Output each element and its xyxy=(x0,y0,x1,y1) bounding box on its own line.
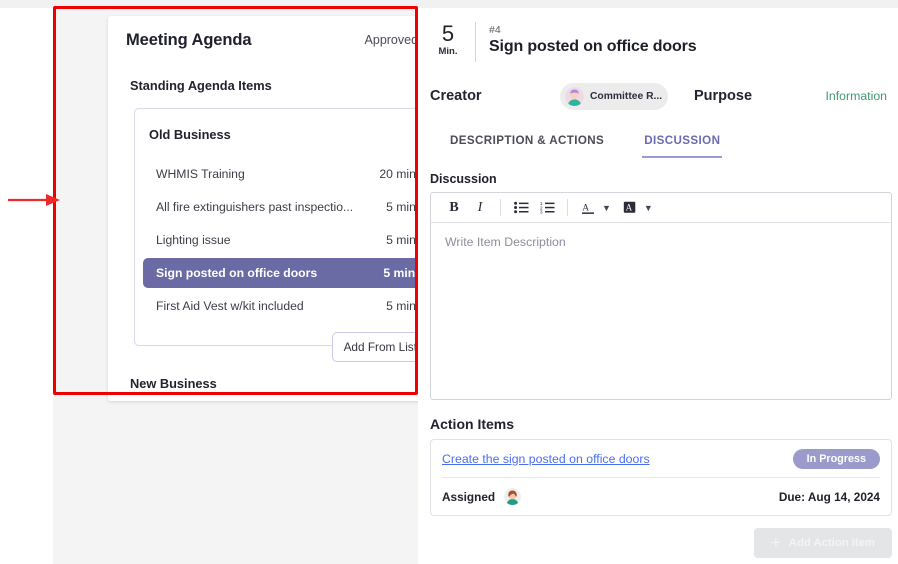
agenda-item-duration: 5 mins xyxy=(386,233,422,247)
old-business-header[interactable]: Old Business ▾ xyxy=(135,109,443,159)
agenda-header: Meeting Agenda Approved? xyxy=(108,16,469,64)
item-header: 5 Min. #4 Sign posted on office doors xyxy=(430,22,893,66)
italic-icon[interactable]: I xyxy=(467,196,493,220)
agenda-list-item[interactable]: All fire extinguishers past inspectio...… xyxy=(143,192,435,222)
item-detail-pane: 5 Min. #4 Sign posted on office doors Cr… xyxy=(418,8,898,564)
action-item-top: Create the sign posted on office doors I… xyxy=(431,440,891,477)
purpose-value[interactable]: Information xyxy=(825,89,887,103)
agenda-list-item[interactable]: Lighting issue 5 mins xyxy=(143,225,435,255)
creator-chip[interactable]: Committee R... xyxy=(560,82,668,110)
action-item-row: Create the sign posted on office doors I… xyxy=(430,439,892,516)
approved-label: Approved? xyxy=(364,33,425,47)
app-root: Meeting Agenda Approved? Standing Agenda… xyxy=(0,0,898,564)
agenda-item-name: WHMIS Training xyxy=(156,167,245,181)
svg-text:A: A xyxy=(582,203,589,213)
window-top-strip xyxy=(0,0,898,8)
agenda-column: Meeting Agenda Approved? Standing Agenda… xyxy=(53,8,469,564)
agenda-item-name: First Aid Vest w/kit included xyxy=(156,299,304,313)
text-color-icon[interactable]: A xyxy=(575,196,601,220)
add-action-item-row: + Add Action Item xyxy=(430,528,892,558)
action-item-bottom: Assigned Due: Aug 14, 2024 xyxy=(431,478,891,515)
add-from-list-row: Add From List xyxy=(135,324,443,362)
chevron-down-icon[interactable]: ▼ xyxy=(602,203,611,213)
agenda-item-name: Sign posted on office doors xyxy=(156,266,318,280)
old-business-group: Old Business ▾ WHMIS Training 20 mins All … xyxy=(134,108,444,362)
editor-toolbar: B I 1 2 3 A ▼ A ▼ xyxy=(431,193,891,223)
action-item-link[interactable]: Create the sign posted on office doors xyxy=(442,452,650,466)
duration-unit: Min. xyxy=(438,46,458,57)
item-meta-row: Creator Committee R... Purpose Informati… xyxy=(430,76,893,116)
agenda-item-list: WHMIS Training 20 mins All fire extinguish… xyxy=(135,159,443,321)
page-title: Meeting Agenda xyxy=(126,30,252,49)
due-date: Due: Aug 14, 2024 xyxy=(778,489,880,504)
standing-agenda-label: Standing Agenda Items xyxy=(130,77,272,93)
annotation-arrow-icon xyxy=(8,194,60,206)
agenda-list-item[interactable]: First Aid Vest w/kit included 5 mins xyxy=(143,291,435,321)
agenda-item-name: Lighting issue xyxy=(156,233,231,247)
discussion-label: Discussion xyxy=(430,172,497,186)
highlight-color-icon[interactable]: A xyxy=(617,196,643,220)
plus-icon: + xyxy=(770,533,781,552)
status-badge[interactable]: In Progress xyxy=(792,448,880,469)
toolbar-divider xyxy=(567,199,568,216)
agenda-item-duration: 5 mins xyxy=(386,200,422,214)
duration-block: 5 Min. xyxy=(430,21,466,58)
detail-tabs: DESCRIPTION & ACTIONS DISCUSSION xyxy=(430,130,893,158)
bulleted-list-icon[interactable] xyxy=(508,196,534,220)
item-number: #4 xyxy=(489,24,501,36)
action-items-label: Action Items xyxy=(430,416,515,432)
agenda-item-name: All fire extinguishers past inspectio... xyxy=(156,200,354,214)
avatar xyxy=(565,86,584,106)
discussion-textarea[interactable]: Write Item Description xyxy=(431,223,891,261)
add-action-item-button[interactable]: + Add Action Item xyxy=(753,528,892,558)
new-business-label: New Business xyxy=(130,375,217,391)
assigned-label: Assigned xyxy=(442,489,496,504)
bold-icon[interactable]: B xyxy=(441,196,467,220)
purpose-label: Purpose xyxy=(694,88,753,104)
header-divider xyxy=(475,22,476,62)
tab-discussion[interactable]: DISCUSSION xyxy=(642,130,723,158)
svg-text:3: 3 xyxy=(540,210,543,214)
agenda-item-duration: 20 mins xyxy=(379,167,422,181)
creator-label: Creator xyxy=(430,88,482,104)
agenda-item-duration: 5 mins xyxy=(383,266,422,280)
numbered-list-icon[interactable]: 1 2 3 xyxy=(534,196,560,220)
chevron-down-icon[interactable]: ▼ xyxy=(644,203,653,213)
toolbar-divider xyxy=(500,199,501,216)
add-from-list-button[interactable]: Add From List xyxy=(331,332,429,362)
old-business-label: Old Business xyxy=(149,126,231,142)
sidebar-item-new-business[interactable]: New Business › xyxy=(108,364,469,402)
creator-name: Committee R... xyxy=(590,90,663,102)
agenda-item-duration: 5 mins xyxy=(386,299,422,313)
add-action-item-label: Add Action Item xyxy=(788,537,875,549)
discussion-placeholder: Write Item Description xyxy=(445,235,566,249)
agenda-list-item[interactable]: WHMIS Training 20 mins xyxy=(143,159,435,189)
discussion-editor[interactable]: B I 1 2 3 A ▼ A ▼ Write Item Description xyxy=(430,192,892,400)
item-title: Sign posted on office doors xyxy=(489,38,697,55)
meeting-agenda-card: Meeting Agenda Approved? Standing Agenda… xyxy=(108,16,469,401)
svg-text:A: A xyxy=(626,202,633,212)
agenda-list-item[interactable]: Sign posted on office doors 5 mins xyxy=(143,258,435,288)
duration-value: 5 xyxy=(441,21,455,46)
tab-description-actions[interactable]: DESCRIPTION & ACTIONS xyxy=(448,130,606,158)
avatar[interactable] xyxy=(504,488,522,505)
sidebar-item-standing-agenda-items[interactable]: Standing Agenda Items › xyxy=(108,66,469,104)
